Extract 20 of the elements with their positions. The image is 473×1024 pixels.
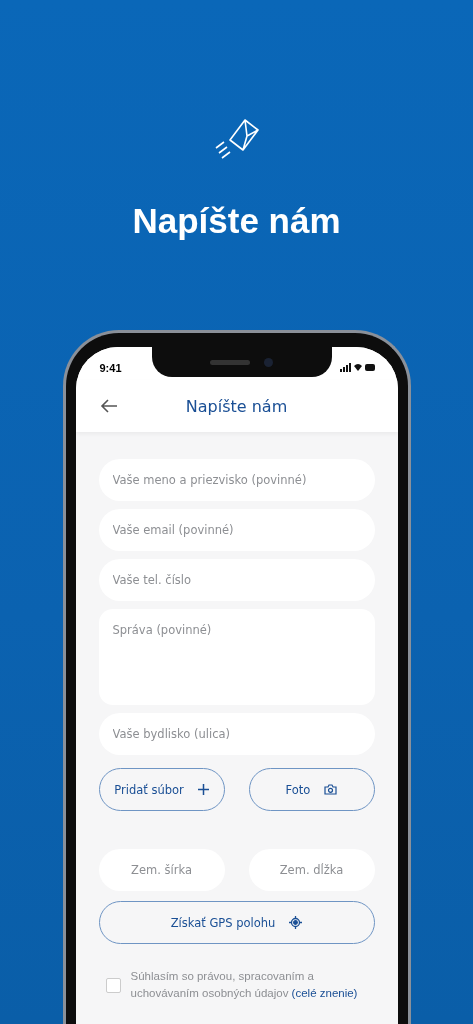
status-icons [339, 363, 376, 373]
speaker-grille [210, 359, 250, 365]
input-field[interactable]: Vaše email (povinné) [98, 509, 375, 551]
header-title: Napíšte nám [185, 396, 288, 416]
coordinate-field[interactable]: Zem. šírka [98, 849, 225, 891]
input-field[interactable]: Vaše meno a priezvisko (povinné) [98, 459, 375, 501]
full-text-link[interactable]: (celé znenie) [291, 987, 358, 999]
status-time: 9:41 [99, 362, 122, 374]
location-target-icon [289, 916, 303, 929]
consent-text: Súhlasím so právou, spracovaním a uchovávaním osobných údajov (celé znenie) [130, 969, 359, 1001]
hero-title: Napíšte nám [132, 200, 341, 242]
front-camera [264, 357, 273, 367]
plus-icon [197, 784, 209, 795]
coordinate-field[interactable]: Zem. dĺžka [248, 849, 375, 891]
message-field[interactable]: Správa (povinné) [98, 609, 375, 705]
camera-icon [324, 784, 338, 795]
input-field[interactable]: Vaše bydlisko (ulica) [98, 713, 375, 755]
consent-checkbox[interactable] [105, 977, 121, 993]
input-field[interactable]: Vaše tel. číslo [98, 559, 375, 601]
back-arrow-icon[interactable] [99, 399, 118, 413]
